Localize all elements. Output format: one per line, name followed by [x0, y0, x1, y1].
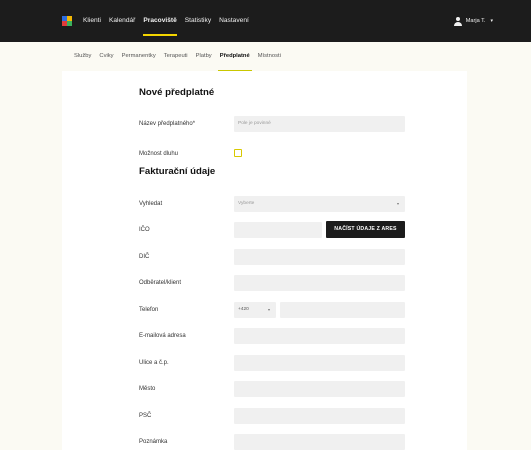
phone-prefix-select[interactable]: +420 ▾ [234, 302, 276, 318]
tab-mistnosti[interactable]: Místnosti [258, 42, 281, 71]
user-icon [453, 16, 462, 26]
zip-label: PSČ [139, 413, 152, 419]
billing-section-title: Fakturační údaje [139, 166, 216, 177]
name-label: Název předplatného* [139, 121, 196, 127]
phone-label: Telefon [139, 307, 159, 313]
ico-label: IČO [139, 227, 150, 233]
search-select[interactable]: Vyberte ▾ [234, 196, 405, 212]
search-select-value: Vyberte [238, 201, 255, 206]
chevron-down-icon: ▾ [267, 307, 270, 312]
chevron-down-icon: ▾ [490, 18, 493, 24]
phone-prefix-value: +420 [238, 307, 249, 312]
note-input[interactable] [234, 434, 405, 450]
sub-navigation: Služby Cviky Permanentky Terapeuti Platb… [0, 42, 531, 71]
email-label: E-mailová adresa [139, 333, 186, 339]
client-input[interactable] [234, 275, 405, 291]
nav-item-statistiky[interactable]: Statistiky [185, 0, 211, 42]
tab-sluzby[interactable]: Služby [74, 42, 91, 71]
tab-platby[interactable]: Platby [196, 42, 212, 71]
nav-item-klienti[interactable]: Klienti [83, 0, 101, 42]
dic-input[interactable] [234, 249, 405, 265]
debt-option-checkbox[interactable] [234, 149, 242, 157]
subscription-name-placeholder: Pole je povinné [238, 121, 271, 126]
debt-option-label: Možnost dluhu [139, 151, 179, 157]
zip-input[interactable] [234, 408, 405, 424]
tab-cviky[interactable]: Cviky [99, 42, 113, 71]
user-name: Marja T. [465, 18, 486, 24]
ico-input[interactable] [234, 222, 322, 238]
top-bar: Klienti Kalendář Pracoviště Statistiky N… [0, 0, 531, 42]
client-label: Odběratel/klient [139, 280, 182, 286]
nav-item-nastaveni[interactable]: Nastavení [219, 0, 249, 42]
note-label: Poznámka [139, 439, 168, 445]
nav-item-kalendar[interactable]: Kalendář [109, 0, 135, 42]
tab-predplatne[interactable]: Předplatné [217, 42, 252, 71]
form-title: Nové předplatné [139, 87, 215, 98]
street-input[interactable] [234, 355, 405, 371]
tab-terapeuti[interactable]: Terapeuti [164, 42, 188, 71]
subscription-name-input[interactable]: Pole je povinné [234, 116, 405, 132]
chevron-down-icon: ▾ [396, 201, 399, 206]
dic-label: DIČ [139, 254, 150, 260]
email-input[interactable] [234, 328, 405, 344]
app-logo-icon[interactable] [62, 16, 72, 26]
city-input[interactable] [234, 381, 405, 397]
load-from-ares-button[interactable]: NAČÍST ÚDAJE Z ARES [326, 221, 405, 238]
phone-input[interactable] [280, 302, 405, 318]
tab-permanentky[interactable]: Permanentky [122, 42, 156, 71]
city-label: Město [139, 386, 156, 392]
search-label: Vyhledat [139, 201, 163, 207]
user-menu[interactable]: Marja T. ▾ [453, 0, 493, 42]
nav-item-pracoviste[interactable]: Pracoviště [143, 0, 178, 42]
street-label: Ulice a č.p. [139, 360, 169, 366]
